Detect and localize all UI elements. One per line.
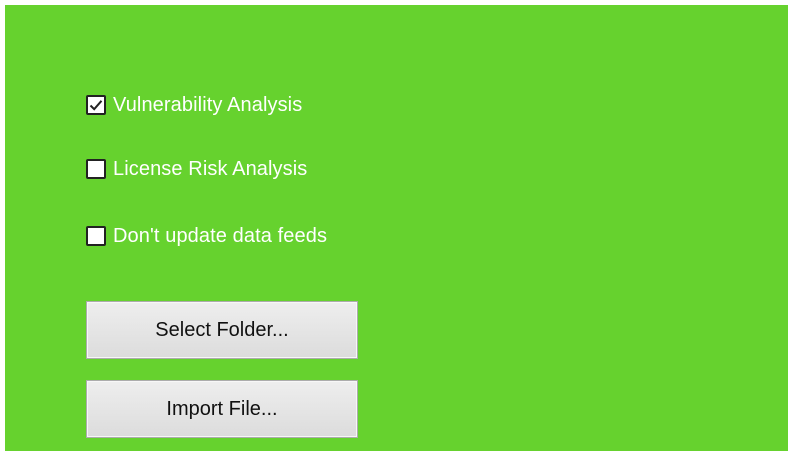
dont-update-data-feeds-checkbox[interactable]: Don't update data feeds — [86, 223, 327, 249]
vulnerability-analysis-checkbox[interactable]: Vulnerability Analysis — [86, 92, 302, 118]
checkbox-box[interactable] — [86, 226, 106, 246]
checkbox-label: Vulnerability Analysis — [113, 93, 303, 116]
checkbox-label: Don't update data feeds — [113, 224, 328, 247]
options-panel: Vulnerability Analysis License Risk Anal… — [5, 5, 788, 451]
license-risk-analysis-checkbox[interactable]: License Risk Analysis — [86, 156, 307, 182]
checkbox-label: License Risk Analysis — [113, 157, 308, 180]
checkbox-box[interactable] — [86, 159, 106, 179]
checkbox-box[interactable] — [86, 95, 106, 115]
import-file-button[interactable]: Import File... — [86, 380, 358, 438]
checkmark-icon — [89, 100, 103, 111]
select-folder-button[interactable]: Select Folder... — [86, 301, 358, 359]
